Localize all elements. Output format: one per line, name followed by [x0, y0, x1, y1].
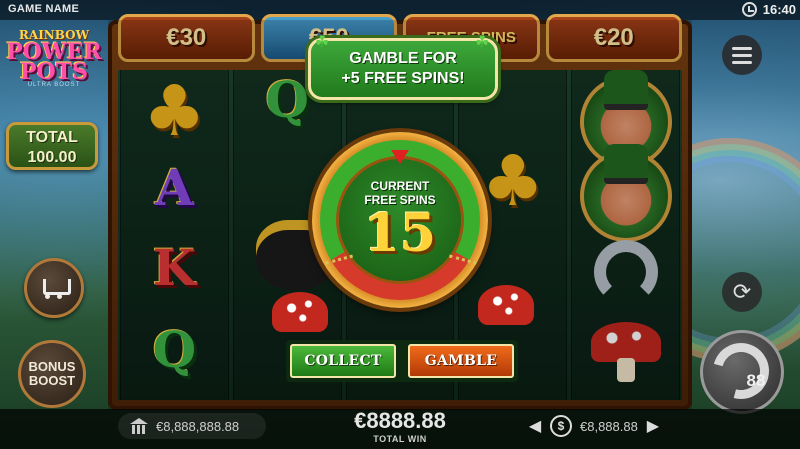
- mushroom-decoration: [478, 285, 534, 325]
- logo-line3: POTS: [20, 59, 88, 85]
- spin-button[interactable]: 88: [700, 330, 784, 414]
- wheel-pointer-icon: [391, 150, 409, 164]
- menu-icon: [732, 46, 752, 50]
- game-name: GAME NAME: [8, 3, 80, 15]
- bonus-boost-label: BONUS BOOST: [28, 359, 76, 388]
- gamble-wheel-center: CURRENT FREE SPINS 15: [336, 156, 464, 284]
- clock-time: 16:40: [762, 2, 796, 17]
- wheel-label-line1: CURRENT: [370, 179, 430, 193]
- bonus-boost-button[interactable]: BONUS BOOST: [18, 340, 86, 408]
- autoplay-button[interactable]: ⟳: [722, 272, 762, 312]
- bet-value: €8,888.88: [580, 418, 638, 434]
- clock: 16:40: [741, 2, 796, 17]
- mushroom-decoration: [272, 292, 328, 332]
- clock-icon: [741, 2, 757, 17]
- game-logo: RAINBOW POWER POTS ULTRA BOOST: [4, 28, 104, 88]
- logo-subtitle: ULTRA BOOST: [27, 82, 81, 88]
- gamble-label: GAMBLE: [424, 353, 498, 369]
- bet-increase-button[interactable]: ▶: [646, 416, 660, 436]
- collect-button[interactable]: COLLECT: [290, 344, 396, 378]
- total-win-amount: €8888.88: [354, 408, 446, 433]
- buy-feature-button[interactable]: [24, 258, 84, 318]
- total-panel: TOTAL 100.00: [6, 122, 98, 170]
- balance-value: €8,888,888.88: [156, 418, 240, 434]
- clover-icon: ☘: [315, 32, 330, 51]
- chevron-right-icon: ▶: [646, 418, 659, 435]
- cart-icon: [40, 277, 71, 299]
- coin-icon: $: [550, 415, 572, 437]
- menu-button[interactable]: [722, 35, 762, 75]
- spin-count: 88: [746, 371, 766, 390]
- total-label: TOTAL: [26, 129, 78, 146]
- gamble-banner-line1: GAMBLE FOR: [349, 50, 457, 67]
- gamble-banner-line2: +5 FREE SPINS!: [341, 70, 465, 87]
- gamble-banner: GAMBLE FOR +5 FREE SPINS!: [308, 38, 498, 100]
- bet-selector: ◀ $ €8,888.88 ▶: [528, 413, 688, 439]
- chevron-left-icon: ◀: [528, 418, 542, 435]
- current-free-spins-value: 15: [363, 203, 437, 264]
- balance-display: €8,888,888.88: [118, 413, 266, 439]
- spin-icon: [702, 332, 780, 410]
- gamble-button[interactable]: GAMBLE: [408, 344, 514, 378]
- clover-icon: ☘: [475, 32, 490, 51]
- collect-label: COLLECT: [304, 353, 382, 369]
- refresh-icon: ⟳: [732, 279, 752, 305]
- bank-icon: [130, 418, 148, 434]
- bet-decrease-button[interactable]: ◀: [528, 416, 542, 436]
- total-value: 100.00: [27, 149, 77, 166]
- total-win-label: TOTAL WIN: [373, 434, 427, 444]
